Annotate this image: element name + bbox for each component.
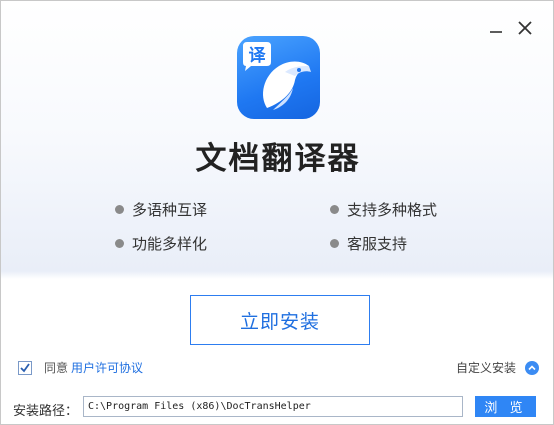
agree-label: 同意 <box>44 361 69 375</box>
install-now-button[interactable]: 立即安装 <box>190 295 370 345</box>
agree-checkbox[interactable] <box>18 360 32 375</box>
checkmark-icon <box>20 362 30 372</box>
bullet-dot-icon <box>115 205 124 214</box>
feature-item: 多语种互译 <box>115 199 207 220</box>
feature-label: 支持多种格式 <box>347 201 438 219</box>
app-title: 文档翻译器 <box>195 141 361 177</box>
minimize-button[interactable] <box>485 17 507 39</box>
bullet-dot-icon <box>330 205 339 214</box>
close-icon <box>518 21 532 35</box>
license-agreement-link[interactable]: 用户许可协议 <box>71 359 143 376</box>
custom-install-label: 自定义安装 <box>456 361 517 375</box>
minimize-icon <box>490 31 502 33</box>
feature-label: 客服支持 <box>347 235 408 253</box>
feature-label: 多语种互译 <box>132 201 208 219</box>
bullet-dot-icon <box>330 239 339 248</box>
feature-item: 客服支持 <box>330 233 407 254</box>
browse-button[interactable]: 浏 览 <box>475 396 536 417</box>
feature-label: 功能多样化 <box>132 235 208 253</box>
app-logo-icon: 译 <box>237 36 320 119</box>
install-path-label: 安装路径： <box>13 404 79 419</box>
chevron-up-icon <box>525 360 540 375</box>
installer-window: 译 文档翻译器 多语种互译 支持多种格式 功能多样化 客服支持 立即安装 同意 … <box>0 0 554 425</box>
custom-install-toggle[interactable]: 自定义安装 <box>456 359 540 376</box>
feature-item: 功能多样化 <box>115 233 207 254</box>
feature-item: 支持多种格式 <box>330 199 437 220</box>
close-button[interactable] <box>514 17 536 39</box>
agreement-row: 同意 用户许可协议 <box>18 359 143 376</box>
install-path-input[interactable] <box>83 396 463 417</box>
badge-text: 译 <box>249 46 267 66</box>
bullet-dot-icon <box>115 239 124 248</box>
